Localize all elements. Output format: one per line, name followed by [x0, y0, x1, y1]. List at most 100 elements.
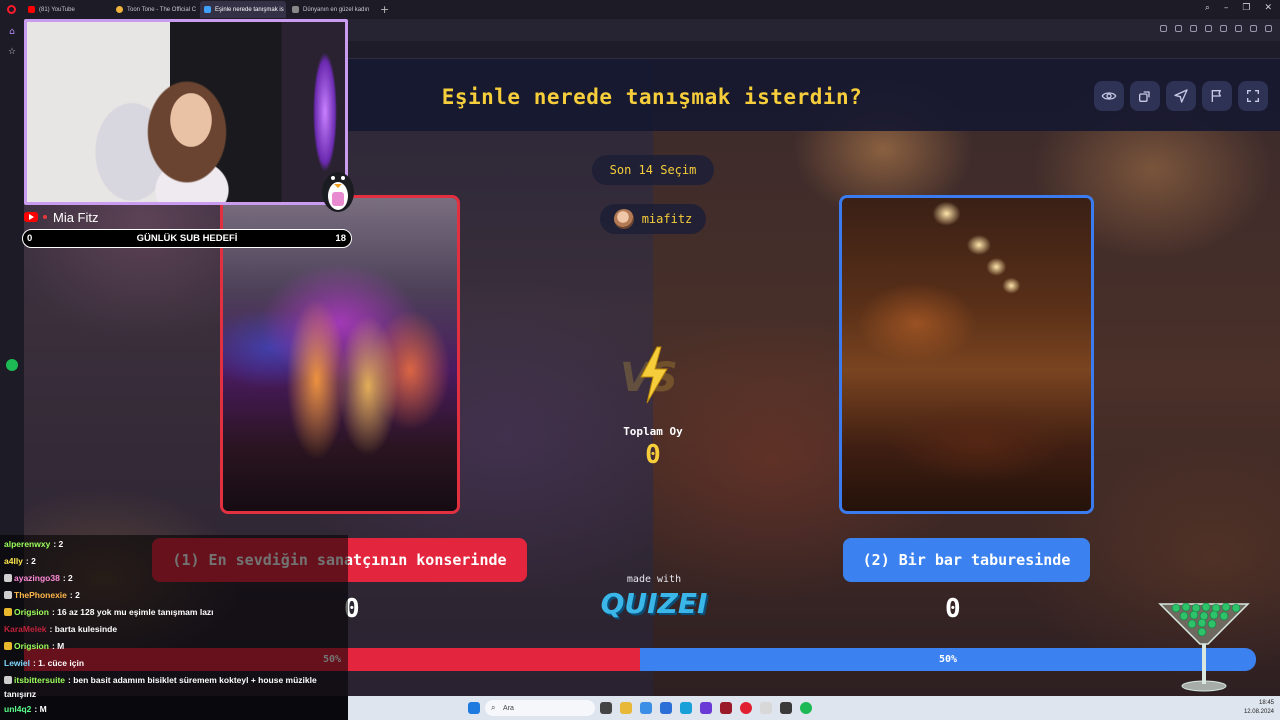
made-with-label: made with [626, 574, 682, 585]
stream-chat: alperenwxy: 2 a4lly: 2 ayazingo38: 2 ThePho… [0, 535, 348, 720]
opera-icon[interactable] [740, 702, 752, 714]
chat-text: tanışırız [4, 689, 37, 699]
chat-username[interactable]: ayazingo38 [14, 573, 60, 583]
account-icon[interactable] [1250, 25, 1257, 32]
search-placeholder: Ara [503, 704, 514, 712]
chat-username[interactable]: unl4q2 [4, 704, 31, 714]
webcam-feed [24, 19, 348, 205]
tab-quiz[interactable]: Eşinle nerede tanışmak is [200, 1, 286, 18]
tab-label: Eşinle nerede tanışmak is [215, 6, 284, 13]
site-icon [204, 6, 211, 13]
option-right-button[interactable]: (2) Bir bar taburesinde [843, 538, 1090, 582]
vs-emblem: VS [614, 343, 694, 413]
maximize-button[interactable]: ❐ [1242, 3, 1250, 13]
cocktail-glass-icon [1158, 602, 1250, 692]
close-button[interactable]: ✕ [1264, 3, 1272, 13]
bookmark-icon[interactable] [1220, 25, 1227, 32]
minimize-button[interactable]: – [1224, 3, 1229, 13]
menu-icon[interactable] [1235, 25, 1242, 32]
chat-text: : barta kulesinde [49, 624, 118, 634]
chat-text: : M [51, 641, 65, 651]
option-right-card[interactable] [839, 195, 1094, 514]
site-icon [116, 6, 123, 13]
report-button[interactable] [1202, 81, 1232, 111]
chat-message: Lewiel: 1. cüce için [4, 658, 84, 668]
chat-badge-icon [4, 608, 12, 616]
chat-badge-icon [4, 642, 12, 650]
lamp-glow [313, 52, 337, 172]
discord-icon[interactable] [700, 702, 712, 714]
tab-youtube[interactable]: (81) YouTube [24, 1, 110, 18]
chat-username[interactable]: a4lly [4, 556, 23, 566]
streamer-namebar: Mia Fitz [24, 208, 234, 226]
spotify-icon[interactable] [800, 702, 812, 714]
toolbar-icons [1160, 25, 1272, 32]
edge-icon[interactable] [640, 702, 652, 714]
sub-goal-title: GÜNLÜK SUB HEDEFİ [136, 233, 238, 244]
chat-username[interactable]: ThePhonexie [14, 590, 67, 600]
chat-username[interactable]: itsbittersuite [14, 675, 65, 685]
chat-username[interactable]: Lewiel [4, 658, 30, 668]
chat-username[interactable]: KaraMelek [4, 624, 47, 634]
quizei-logo[interactable]: QUIZEI [596, 587, 712, 620]
tab-label: Toon Tone - The Official C [127, 6, 197, 13]
eye-icon [1101, 92, 1117, 100]
sub-goal-target: 18 [335, 233, 346, 244]
fullscreen-button[interactable] [1238, 81, 1268, 111]
taskbar-search-input[interactable]: ⌕ Ara [485, 700, 595, 716]
chat-text: : 1. cüce için [32, 658, 85, 668]
search-tabs-icon[interactable]: ⌕ [1205, 3, 1210, 13]
app-icon[interactable] [760, 702, 772, 714]
zoom-icon[interactable] [1175, 25, 1182, 32]
chat-badge-icon [4, 591, 12, 599]
screen: { "browser": { "tabs": [ {"label": "(81)… [0, 0, 1280, 720]
total-votes-label: Toplam Oy [623, 425, 683, 438]
chat-message: alperenwxy: 2 [4, 539, 63, 549]
share-button[interactable] [1130, 81, 1160, 111]
chat-text: : ben basit adamım bisiklet süremem kokt… [68, 675, 317, 685]
search-icon[interactable] [1160, 25, 1167, 32]
chat-username[interactable]: Origsion [14, 607, 49, 617]
lightning-icon [640, 346, 668, 404]
clock-date: 12.08.2024 [1243, 709, 1274, 715]
store-icon[interactable] [660, 702, 672, 714]
task-view-icon[interactable] [600, 702, 612, 714]
bookmarks-icon[interactable]: ☆ [7, 47, 17, 57]
chat-message: Origsion: 16 az 128 yok mu eşimle tanışm… [4, 607, 214, 617]
spotify-icon[interactable] [6, 359, 18, 371]
fullscreen-icon [1247, 90, 1259, 102]
history-pill[interactable]: Son 14 Seçim [592, 155, 714, 185]
chat-message: KaraMelek: barta kulesinde [4, 624, 117, 634]
chat-username[interactable]: alperenwxy [4, 539, 50, 549]
tab-label: (81) YouTube [39, 6, 75, 13]
streamer-name: Mia Fitz [53, 209, 99, 225]
premiere-icon[interactable] [720, 702, 732, 714]
extensions-icon[interactable] [1265, 25, 1272, 32]
home-icon[interactable]: ⌂ [7, 27, 17, 37]
tab-dunyanin[interactable]: Dünyanın en güzel kadın [288, 1, 374, 18]
site-icon [292, 6, 299, 13]
chat-message: itsbittersuite: ben basit adamım bisikle… [4, 675, 317, 685]
penguin-mascot-icon [322, 172, 354, 212]
chat-text: : 2 [69, 590, 80, 600]
obs-icon[interactable] [780, 702, 792, 714]
windows-start-icon[interactable] [468, 702, 480, 714]
heart-icon[interactable] [1205, 25, 1212, 32]
camera-icon[interactable] [1190, 25, 1197, 32]
chat-text: : 2 [25, 556, 36, 566]
tab-toon-tone[interactable]: Toon Tone - The Official C [112, 1, 198, 18]
windows-taskbar: ⌕ Ara 18:45 12.08.2024 [348, 696, 1280, 720]
send-button[interactable] [1166, 81, 1196, 111]
host-pill: miafitz [600, 204, 706, 234]
mail-icon[interactable] [680, 702, 692, 714]
taskbar-clock[interactable]: 18:45 12.08.2024 [1234, 699, 1274, 717]
opera-logo-icon[interactable] [0, 1, 22, 18]
eye-button[interactable] [1094, 81, 1124, 111]
file-explorer-icon[interactable] [620, 702, 632, 714]
chat-text: : M [34, 704, 47, 714]
new-tab-button[interactable]: + [380, 3, 389, 16]
chat-username[interactable]: Origsion [14, 641, 49, 651]
share-icon [1139, 91, 1150, 102]
flag-icon [1211, 90, 1221, 102]
chat-message: ThePhonexie: 2 [4, 590, 80, 600]
